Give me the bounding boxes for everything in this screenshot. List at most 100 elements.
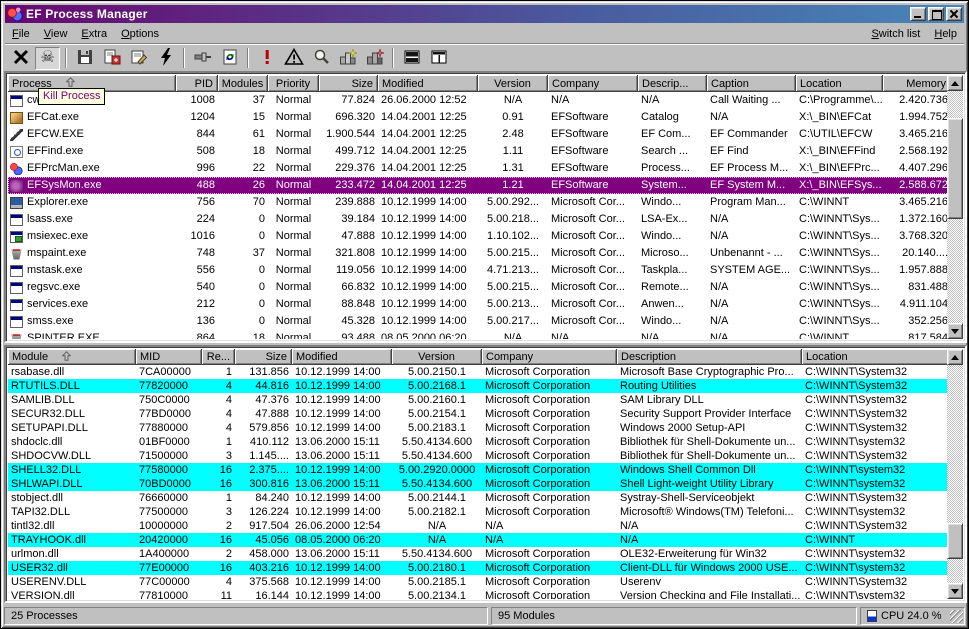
scroll-up-button[interactable] xyxy=(947,349,963,365)
module-row[interactable]: TAPI32.DLL775000003126.22410.12.1999 14:… xyxy=(8,505,951,519)
process-cell-size: 321.808 xyxy=(319,245,378,262)
column-header-re[interactable]: Re... xyxy=(202,349,235,365)
menu-item-switch-list[interactable]: Switch list xyxy=(864,26,927,42)
process-row[interactable]: EFCat.exe120415Normal696.32014.04.2001 1… xyxy=(8,109,951,126)
column-header-caption[interactable]: Caption xyxy=(707,75,796,92)
warning-button[interactable] xyxy=(281,47,306,70)
kill-process-button[interactable]: ☠ xyxy=(35,47,60,70)
process-name: EFFind.exe xyxy=(27,143,83,160)
module-row[interactable]: urlmon.dll1A4000002458.00013.06.2000 15:… xyxy=(8,547,951,561)
end-process-button[interactable] xyxy=(8,47,33,70)
always-on-top-button[interactable] xyxy=(190,47,215,70)
module-row[interactable]: SECUR32.DLL77BD0000447.88810.12.1999 14:… xyxy=(8,407,951,421)
column-header-size[interactable]: Size xyxy=(319,75,378,92)
process-row[interactable]: EFPrcMan.exe99622Normal229.37614.04.2001… xyxy=(8,160,951,177)
process-cell-caption: EF Process M... xyxy=(707,160,796,177)
process-cell-memory: 352.256 xyxy=(883,313,951,330)
column-header-pid[interactable]: PID xyxy=(176,75,218,92)
column-header-mid[interactable]: MID xyxy=(136,349,202,365)
column-header-version[interactable]: Version xyxy=(392,349,482,365)
scroll-down-button[interactable] xyxy=(947,583,963,599)
module-row[interactable]: rsabase.dll7CA000001131.85610.12.1999 14… xyxy=(8,365,951,379)
module-row[interactable]: SHDOCVW.DLL7150000031.145....13.06.2000 … xyxy=(8,449,951,463)
column-header-module[interactable]: Module xyxy=(8,349,136,365)
scroll-thumb[interactable] xyxy=(947,523,963,559)
module-list-body: rsabase.dll7CA000001131.85610.12.1999 14… xyxy=(8,365,951,599)
delete-module-button[interactable] xyxy=(362,47,387,70)
save-button[interactable] xyxy=(72,47,97,70)
module-cell-size: 126.224 xyxy=(235,505,292,519)
process-row[interactable]: regsvc.exe5400Normal66.83210.12.1999 14:… xyxy=(8,279,951,296)
column-header-modified[interactable]: Modified xyxy=(378,75,478,92)
module-row[interactable]: shdoclc.dll01BF00001410.11213.06.2000 15… xyxy=(8,435,951,449)
module-row[interactable]: SHLWAPI.DLL70BD000016300.81613.06.2000 1… xyxy=(8,477,951,491)
search-button[interactable] xyxy=(308,47,333,70)
menu-item-help[interactable]: Help xyxy=(927,26,964,42)
process-row[interactable]: SPINTER.EXE86418Normal93.48808.05.2000 0… xyxy=(8,330,951,339)
module-cell-modified: 10.12.1999 14:00 xyxy=(292,365,392,379)
column-header-location[interactable]: Location xyxy=(802,349,951,365)
close-button[interactable] xyxy=(946,7,962,21)
menu-item-extra[interactable]: Extra xyxy=(74,26,114,42)
process-row[interactable]: mstask.exe5560Normal119.05610.12.1999 14… xyxy=(8,262,951,279)
refresh-button[interactable] xyxy=(217,47,242,70)
process-cell-memory: 1.994.752 xyxy=(883,109,951,126)
module-cell-location: C:\WINNT\System32 xyxy=(802,449,951,463)
column-header-modified[interactable]: Modified xyxy=(292,349,392,365)
menu-item-view[interactable]: View xyxy=(37,26,75,42)
column-header-description[interactable]: Description xyxy=(617,349,802,365)
column-header-descrip[interactable]: Descrip... xyxy=(638,75,707,92)
process-row[interactable]: cw100837Normal77.82426.06.2000 12:52N/AN… xyxy=(8,92,951,109)
vertical-layout-button[interactable] xyxy=(426,47,451,70)
resize-grip[interactable] xyxy=(950,610,963,623)
process-row[interactable]: lsass.exe2240Normal39.18410.12.1999 14:0… xyxy=(8,211,951,228)
export-button[interactable] xyxy=(99,47,124,70)
menu-item-file[interactable]: File xyxy=(5,26,37,42)
paint-icon xyxy=(10,248,23,260)
module-row[interactable]: RTUTILS.DLL77820000444.81610.12.1999 14:… xyxy=(8,379,951,393)
column-header-priority[interactable]: Priority xyxy=(268,75,319,92)
scroll-down-button[interactable] xyxy=(947,323,963,339)
process-row[interactable]: EFFind.exe50818Normal499.71214.04.2001 1… xyxy=(8,143,951,160)
column-label: Version xyxy=(494,78,531,90)
process-row[interactable]: services.exe2120Normal88.84810.12.1999 1… xyxy=(8,296,951,313)
module-row[interactable]: SETUPAPI.DLL778800004579.85610.12.1999 1… xyxy=(8,421,951,435)
process-cell-location: C:\WINNT\Sys... xyxy=(796,211,883,228)
module-scrollbar[interactable] xyxy=(947,349,963,599)
titlebar: EF Process Manager xyxy=(5,5,964,23)
process-row[interactable]: smss.exe1360Normal45.32810.12.1999 14:00… xyxy=(8,313,951,330)
minimize-button[interactable] xyxy=(910,7,926,21)
process-row[interactable]: mspaint.exe74837Normal321.80810.12.1999 … xyxy=(8,245,951,262)
process-row[interactable]: EFSysMon.exe48826Normal233.47214.04.2001… xyxy=(8,177,951,194)
module-cell-mid: 7CA00000 xyxy=(136,365,202,379)
module-row[interactable]: TRAYHOOK.dll204200001645.05608.05.2000 0… xyxy=(8,533,951,547)
menu-item-options[interactable]: Options xyxy=(114,26,166,42)
module-row[interactable]: tintl32.dll100000002917.50426.06.2000 12… xyxy=(8,519,951,533)
scroll-up-button[interactable] xyxy=(947,75,963,91)
module-row[interactable]: SAMLIB.DLL750C0000447.37610.12.1999 14:0… xyxy=(8,393,951,407)
column-header-company[interactable]: Company xyxy=(548,75,638,92)
scroll-thumb[interactable] xyxy=(947,118,963,219)
find-module-button[interactable] xyxy=(335,47,360,70)
module-row[interactable]: VERSION.dll778100001116.14410.12.1999 14… xyxy=(8,589,951,599)
properties-button[interactable] xyxy=(126,47,151,70)
module-row[interactable]: USER32.dll77E0000016403.21610.12.1999 14… xyxy=(8,561,951,575)
horizontal-layout-button[interactable] xyxy=(399,47,424,70)
priority-button[interactable] xyxy=(153,47,178,70)
column-header-modules[interactable]: Modules xyxy=(218,75,268,92)
process-row[interactable]: Explorer.exe75670Normal239.88810.12.1999… xyxy=(8,194,951,211)
column-header-memory[interactable]: Memory xyxy=(883,75,951,92)
column-header-size[interactable]: Size xyxy=(235,349,292,365)
process-row[interactable]: EFCW.EXE84461Normal1.900.54414.04.2001 1… xyxy=(8,126,951,143)
module-row[interactable]: USERENV.DLL77C000004375.56810.12.1999 14… xyxy=(8,575,951,589)
column-header-version[interactable]: Version xyxy=(478,75,548,92)
process-row[interactable]: msiexec.exe10160Normal47.88810.12.1999 1… xyxy=(8,228,951,245)
alert-button[interactable] xyxy=(254,47,279,70)
module-row[interactable]: SHELL32.DLL77580000162.375....10.12.1999… xyxy=(8,463,951,477)
column-header-location[interactable]: Location xyxy=(796,75,883,92)
maximize-button[interactable] xyxy=(928,7,944,21)
process-cell-version: 5.00.213... xyxy=(478,296,548,313)
process-scrollbar[interactable] xyxy=(947,75,963,339)
module-row[interactable]: stobject.dll76660000184.24010.12.1999 14… xyxy=(8,491,951,505)
column-header-company[interactable]: Company xyxy=(482,349,617,365)
